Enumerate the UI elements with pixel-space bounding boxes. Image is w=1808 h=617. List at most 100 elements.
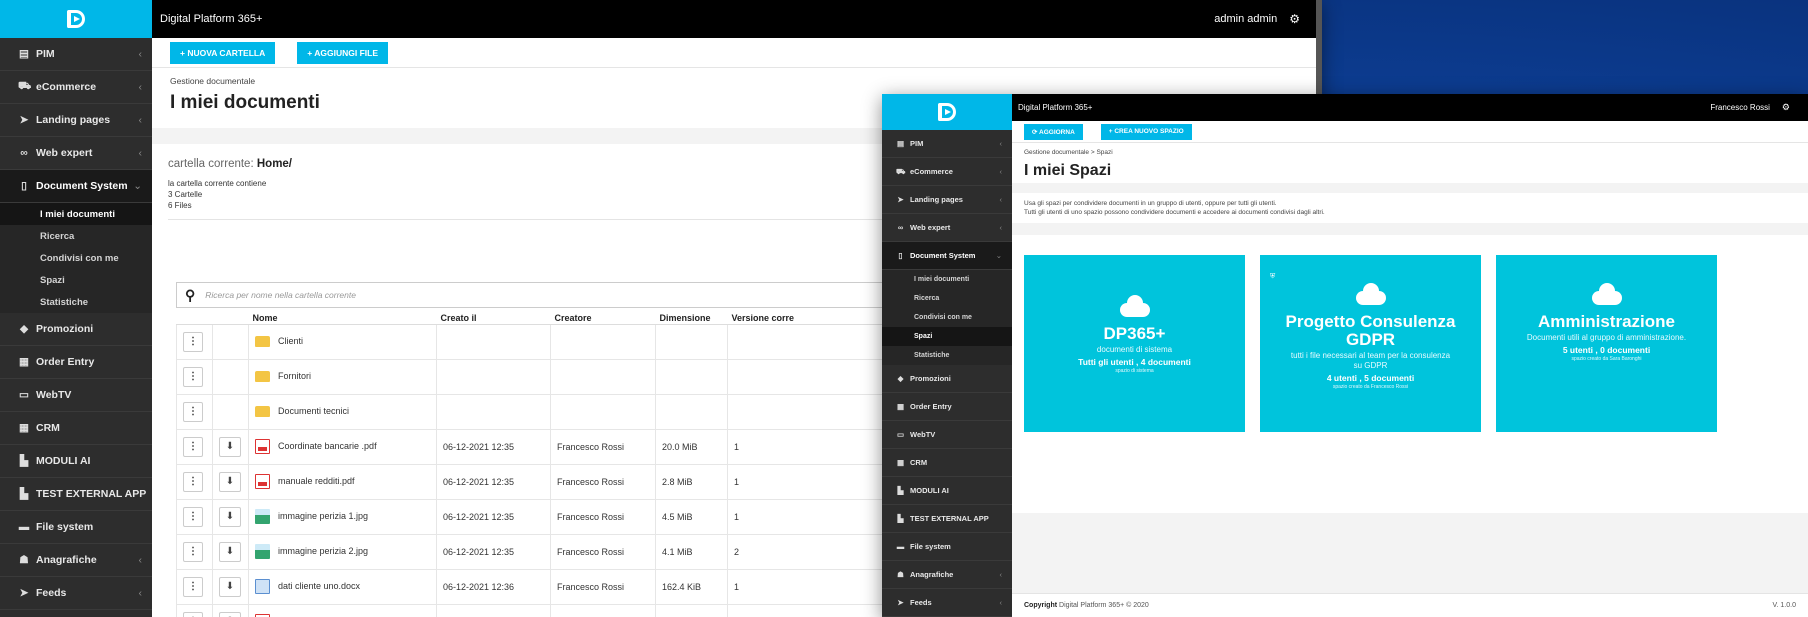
sidebar-item-document-system[interactable]: ▯ Document System ⌄: [882, 242, 1012, 270]
file-name-cell[interactable]: immagine perizia 2.jpg: [248, 533, 437, 570]
chevron-icon: ‹: [138, 48, 143, 60]
breadcrumb[interactable]: Gestione documentale > Spazi: [1024, 149, 1796, 156]
kebab-menu-icon[interactable]: ⋮: [183, 576, 203, 597]
submenu-item-i-miei-documenti[interactable]: I miei documenti: [0, 203, 152, 225]
file-name-cell[interactable]: dati cliente uno.docx: [248, 568, 437, 605]
kebab-menu-icon[interactable]: ⋮: [183, 611, 203, 617]
size-cell: 162.4 KiB: [655, 568, 728, 605]
sidebar-item-landing-pages[interactable]: ➤ Landing pages ‹: [882, 186, 1012, 214]
kebab-menu-icon[interactable]: ⋮: [183, 366, 203, 387]
logo[interactable]: [0, 0, 152, 38]
kebab-menu-icon[interactable]: ⋮: [183, 471, 203, 492]
file-name: Coordinate bancarie .pdf: [278, 440, 377, 451]
space-card-gdpr[interactable]: ⛨ Progetto Consulenza GDPR tutti i file …: [1260, 255, 1481, 432]
user-menu[interactable]: Francesco Rossi ⚙: [1710, 102, 1790, 113]
sidebar-item-pim[interactable]: ▤ PIM ‹: [882, 130, 1012, 158]
kebab-menu-icon[interactable]: ⋮: [183, 541, 203, 562]
logo-icon: [67, 10, 85, 28]
kebab-menu-icon[interactable]: ⋮: [183, 506, 203, 527]
chevron-icon: ⌄: [995, 251, 1002, 260]
sidebar-item-file-system[interactable]: ▬ File system: [0, 511, 152, 544]
sidebar-item-anagrafiche[interactable]: ☗ Anagrafiche ‹: [0, 544, 152, 577]
sidebar-item-feeds[interactable]: ➤ Feeds ‹: [882, 589, 1012, 617]
file-name-cell[interactable]: Coordinate bancarie .pdf: [248, 428, 437, 465]
sidebar-item-order-entry[interactable]: ▦ Order Entry: [882, 393, 1012, 421]
download-icon[interactable]: ⬇: [219, 506, 241, 527]
file-name-cell[interactable]: Documenti tecnici: [248, 393, 437, 430]
file-name-cell[interactable]: immagine perizia 1.jpg: [248, 498, 437, 535]
gear-icon[interactable]: ⚙: [1289, 12, 1300, 26]
sidebar-item-pim[interactable]: ▤ PIM ‹: [0, 38, 152, 71]
space-card-amministrazione[interactable]: Amministrazione Documenti utili al grupp…: [1496, 255, 1717, 432]
submenu-item-ricerca[interactable]: Ricerca: [0, 225, 152, 247]
sidebar-item-webtv[interactable]: ▭ WebTV: [882, 421, 1012, 449]
logo[interactable]: [882, 94, 1012, 130]
download-icon[interactable]: ⬇: [219, 471, 241, 492]
refresh-button[interactable]: ⟳ AGGIORNA: [1024, 123, 1083, 140]
chevron-icon: ⌄: [133, 180, 142, 192]
download-icon[interactable]: ⬇: [219, 436, 241, 457]
col-name[interactable]: Nome: [248, 312, 437, 325]
file-name-cell[interactable]: Fornitori: [248, 358, 437, 395]
sidebar-item-moduli-ai[interactable]: ▙ MODULI AI: [882, 477, 1012, 505]
search-input[interactable]: Ricerca per nome nella cartella corrente: [205, 290, 356, 300]
sidebar-item-anagrafiche[interactable]: ☗ Anagrafiche ‹: [882, 561, 1012, 589]
submenu-item-condivisi-con-me[interactable]: Condivisi con me: [882, 308, 1012, 327]
sidebar-item-crm[interactable]: ▦ CRM: [0, 412, 152, 445]
file-name-cell[interactable]: perizia 2022.pdf: [248, 603, 437, 617]
submenu-item-spazi[interactable]: Spazi: [0, 269, 152, 291]
breadcrumb[interactable]: Gestione documentale: [170, 76, 1304, 86]
sidebar-item-test-external-app[interactable]: ▙ TEST EXTERNAL APP: [882, 505, 1012, 533]
created-cell: [436, 323, 551, 360]
create-space-button[interactable]: + CREA NUOVO SPAZIO: [1100, 123, 1192, 140]
sidebar-item-test-external-app[interactable]: ▙ TEST EXTERNAL APP: [0, 478, 152, 511]
app-title: Digital Platform 365+: [1018, 103, 1093, 112]
sidebar-item-ecommerce[interactable]: ⛟ eCommerce ‹: [0, 71, 152, 104]
users-icon: ☗: [897, 570, 904, 579]
creator-cell: Francesco Rossi: [550, 568, 656, 605]
space-card-dp365[interactable]: DP365+ documenti di sistema Tutti gli ut…: [1024, 255, 1245, 432]
submenu-item-spazi[interactable]: Spazi: [882, 327, 1012, 346]
submenu-item-condivisi-con-me[interactable]: Condivisi con me: [0, 247, 152, 269]
sidebar-item-moduli-ai[interactable]: ▙ MODULI AI: [0, 445, 152, 478]
creator-cell: [550, 393, 656, 430]
size-cell: [655, 393, 728, 430]
sidebar-item-order-entry[interactable]: ▦ Order Entry: [0, 346, 152, 379]
kebab-menu-icon[interactable]: ⋮: [183, 331, 203, 352]
submenu-item-statistiche[interactable]: Statistiche: [882, 346, 1012, 365]
sidebar-item-landing-pages[interactable]: ➤ Landing pages ‹: [0, 104, 152, 137]
col-creator[interactable]: Creatore: [550, 312, 656, 325]
new-folder-button[interactable]: + NUOVA CARTELLA: [170, 41, 276, 64]
file-name-cell[interactable]: manuale redditi.pdf: [248, 463, 437, 500]
document-system-submenu: I miei documenti Ricerca Condivisi con me S…: [0, 203, 152, 313]
kebab-menu-icon[interactable]: ⋮: [183, 401, 203, 422]
page-header: Gestione documentale > Spazi I miei Spaz…: [1012, 143, 1808, 183]
download-icon[interactable]: ⬇: [219, 611, 241, 617]
sidebar-item-web-expert[interactable]: ∞ Web expert ‹: [882, 214, 1012, 242]
sidebar-item-document-system[interactable]: ▯ Document System ⌄: [0, 170, 152, 203]
sidebar-item-promozioni[interactable]: ◆ Promozioni: [0, 313, 152, 346]
sidebar-item-label: Feeds: [36, 587, 67, 599]
sidebar-item-promozioni[interactable]: ◆ Promozioni: [882, 365, 1012, 393]
sidebar-item-ecommerce[interactable]: ⛟ eCommerce ‹: [882, 158, 1012, 186]
kebab-menu-icon[interactable]: ⋮: [183, 436, 203, 457]
sidebar-item-feeds[interactable]: ➤ Feeds ‹: [0, 577, 152, 610]
submenu-item-i-miei-documenti[interactable]: I miei documenti: [882, 270, 1012, 289]
sidebar-item-webtv[interactable]: ▭ WebTV: [0, 379, 152, 412]
file-name-cell[interactable]: Clienti: [248, 323, 437, 360]
created-cell: 06-12-2021 12:35: [436, 533, 551, 570]
download-icon[interactable]: ⬇: [219, 576, 241, 597]
sidebar-item-web-expert[interactable]: ∞ Web expert ‹: [0, 137, 152, 170]
sidebar-item-crm[interactable]: ▦ CRM: [882, 449, 1012, 477]
chevron-icon: ‹: [999, 223, 1003, 232]
grid-icon: ▦: [19, 356, 29, 368]
col-created[interactable]: Creato il: [436, 312, 551, 325]
submenu-item-ricerca[interactable]: Ricerca: [882, 289, 1012, 308]
col-size[interactable]: Dimensione: [655, 312, 728, 325]
user-menu[interactable]: admin admin ⚙: [1214, 12, 1300, 26]
download-icon[interactable]: ⬇: [219, 541, 241, 562]
add-file-button[interactable]: + AGGIUNGI FILE: [297, 41, 389, 64]
sidebar-item-file-system[interactable]: ▬ File system: [882, 533, 1012, 561]
submenu-item-statistiche[interactable]: Statistiche: [0, 291, 152, 313]
gear-icon[interactable]: ⚙: [1782, 102, 1790, 113]
